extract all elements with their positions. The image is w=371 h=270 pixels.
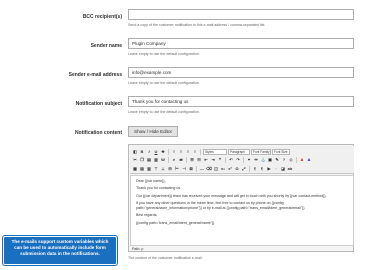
editor-path: Path: p: [132, 247, 144, 251]
horizontal-rule-icon[interactable]: ―: [199, 166, 205, 172]
insert-row-after-icon[interactable]: ⊥: [160, 166, 166, 172]
sender-email-label: Sender e-mail address: [68, 72, 122, 78]
content-paragraph: Our {{var department}} team has received…: [136, 193, 327, 198]
unlink-icon[interactable]: ⚮: [253, 157, 259, 163]
outdent-icon[interactable]: ⇤: [203, 157, 209, 163]
sender-name-label: Sender name: [90, 43, 122, 49]
content-paragraph: {{config path="trans_email/ident_general…: [136, 220, 215, 225]
content-note: The content of the customer notification…: [128, 256, 203, 260]
subject-label: Notification subject: [75, 101, 122, 107]
insert-row-before-icon[interactable]: ⊤: [153, 166, 159, 172]
font-size-select[interactable]: Font Size: [272, 148, 290, 155]
delete-row-icon[interactable]: ⊟: [167, 166, 173, 172]
subscript-icon[interactable]: x₂: [220, 166, 226, 172]
cell-props-icon[interactable]: ▥: [146, 166, 152, 172]
table-icon[interactable]: ▦: [132, 166, 138, 172]
info-callout: The e-mails support custom variables whi…: [3, 236, 117, 265]
toolbar-row-2: ✂ ❐ ▤ ▥ W ⌕ ⇄ ☰ ☷ ⇤ ⇥ ❝ ↶ ↷ ⚭ ⚮ ⚓ ▣ ✎ ? …: [132, 156, 312, 163]
row-props-icon[interactable]: ▤: [139, 166, 145, 172]
sender-email-input[interactable]: info@example.com: [128, 67, 354, 78]
toolbar-divider: [243, 156, 244, 163]
superscript-icon[interactable]: x²: [227, 166, 233, 172]
ltr-icon[interactable]: ¶: [252, 166, 258, 172]
bcc-label: BCC recipient(s): [82, 14, 122, 20]
blockquote-icon[interactable]: ❝: [217, 157, 223, 163]
image-icon[interactable]: ▣: [267, 157, 273, 163]
delete-col-icon[interactable]: ⊠: [188, 166, 194, 172]
toolbar-divider: [225, 156, 226, 163]
content-paragraph: Best regards,: [136, 213, 158, 218]
toolbar-divider: [168, 148, 169, 155]
charmap-icon[interactable]: Ω: [234, 166, 240, 172]
toolbar-row-3: ▦ ▤ ▥ ⊤ ⊥ ⊟ ⊢ ⊣ ⊠ ― ⌫ ◫ x₂ x² Ω ⤢ ¶ ¶ ▶ …: [132, 165, 293, 172]
html-icon[interactable]: ◇: [288, 157, 294, 163]
help-icon[interactable]: ?: [281, 157, 287, 163]
cut-icon[interactable]: ✂: [132, 157, 138, 163]
numbered-list-icon[interactable]: ☷: [196, 157, 202, 163]
redo-icon[interactable]: ↷: [235, 157, 241, 163]
replace-icon[interactable]: ⇄: [178, 157, 184, 163]
styles-select[interactable]: Styles: [203, 148, 227, 155]
fullscreen-icon[interactable]: ⤢: [241, 166, 247, 172]
content-label: Notification content: [75, 130, 122, 136]
insert-col-before-icon[interactable]: ⊢: [174, 166, 180, 172]
source-icon[interactable]: ◧: [132, 149, 138, 155]
font-family-select[interactable]: Font Family: [251, 148, 271, 155]
text-color-icon[interactable]: A: [299, 157, 305, 163]
layer-icon[interactable]: ◪: [280, 166, 286, 172]
italic-icon[interactable]: I: [146, 149, 152, 155]
copy-icon[interactable]: ❐: [139, 157, 145, 163]
link-icon[interactable]: ⚭: [246, 157, 252, 163]
content-paragraph: Thank you for contacting us.: [136, 186, 182, 191]
align-center-icon[interactable]: ≡: [178, 149, 184, 155]
subject-note: Leave empty to use the default configura…: [128, 110, 200, 114]
sender-email-note: Leave empty to use the default configura…: [128, 81, 200, 85]
highlight-color-icon[interactable]: A: [306, 157, 312, 163]
undo-icon[interactable]: ↶: [228, 157, 234, 163]
bullet-list-icon[interactable]: ☰: [189, 157, 195, 163]
bcc-input[interactable]: [128, 9, 354, 20]
paste-icon[interactable]: ▤: [146, 157, 152, 163]
indent-icon[interactable]: ⇥: [210, 157, 216, 163]
sender-name-input[interactable]: Plugin Company: [128, 38, 354, 49]
align-right-icon[interactable]: ≡: [185, 149, 191, 155]
align-justify-icon[interactable]: ≡: [192, 149, 198, 155]
insert-col-after-icon[interactable]: ⊣: [181, 166, 187, 172]
wysiwyg-editor: ◧ B I U S ≡ ≡ ≡ ≡ Styles Paragraph Font …: [128, 144, 354, 252]
search-icon[interactable]: ⌕: [171, 157, 177, 163]
show-hide-editor-button[interactable]: Show / Hide Editor: [128, 126, 179, 137]
toolbar-divider: [186, 156, 187, 163]
visual-aid-icon[interactable]: ◫: [213, 166, 219, 172]
cleanup-icon[interactable]: ✎: [274, 157, 280, 163]
toolbar-row-1: ◧ B I U S ≡ ≡ ≡ ≡ Styles Paragraph Font …: [132, 148, 290, 155]
abbr-icon[interactable]: ab: [287, 166, 293, 172]
toolbar-divider: [196, 165, 197, 172]
paste-text-icon[interactable]: ▥: [153, 157, 159, 163]
nonbreaking-icon[interactable]: ·: [273, 166, 279, 172]
anchor-icon[interactable]: ⚓: [260, 157, 266, 163]
subject-input[interactable]: Thank you for contacting us: [128, 96, 354, 107]
content-paragraph: If you have any other questions in the m…: [136, 201, 305, 210]
toolbar-divider: [168, 156, 169, 163]
remove-format-icon[interactable]: ⌫: [206, 166, 212, 172]
bold-icon[interactable]: B: [139, 149, 145, 155]
rtl-icon[interactable]: ¶: [259, 166, 265, 172]
sender-name-note: Leave empty to use the default configura…: [128, 52, 200, 56]
paragraph-select[interactable]: Paragraph: [228, 148, 250, 155]
align-left-icon[interactable]: ≡: [171, 149, 177, 155]
content-paragraph: Dear {{var name}},: [136, 179, 166, 183]
editor-content[interactable]: Dear {{var name}}, Thank you for contact…: [130, 175, 354, 246]
editor-toolbar: ◧ B I U S ≡ ≡ ≡ ≡ Styles Paragraph Font …: [130, 146, 354, 174]
toolbar-divider: [296, 156, 297, 163]
toolbar-divider: [249, 165, 250, 172]
underline-icon[interactable]: U: [153, 149, 159, 155]
paste-word-icon[interactable]: W: [160, 157, 166, 163]
bcc-note: Send a copy of the customer notification…: [128, 23, 266, 27]
strikethrough-icon[interactable]: S: [160, 149, 166, 155]
toolbar-divider: [200, 148, 201, 155]
media-icon[interactable]: ▶: [266, 166, 272, 172]
